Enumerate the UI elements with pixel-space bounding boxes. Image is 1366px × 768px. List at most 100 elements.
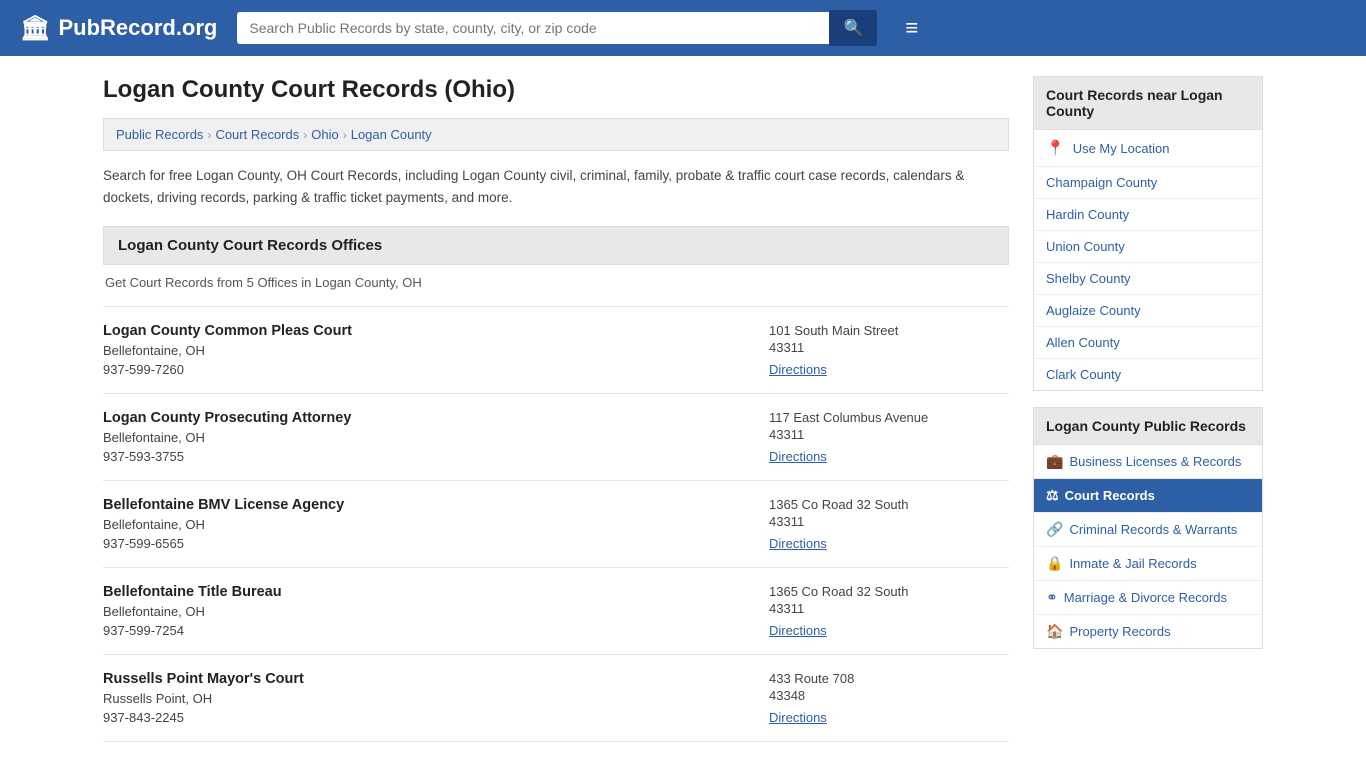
directions-link-4[interactable]: Directions — [769, 710, 827, 725]
sidebar-public-records-item-1[interactable]: ⚖ Court Records — [1034, 479, 1262, 513]
sidebar-item-label-4: Marriage & Divorce Records — [1064, 590, 1227, 605]
nearby-counties-list: Champaign CountyHardin CountyUnion Count… — [1034, 167, 1262, 390]
county-link-3[interactable]: Shelby County — [1034, 263, 1262, 295]
breadcrumb-sep-1: › — [207, 128, 211, 142]
office-zip-0: 43311 — [769, 340, 1009, 355]
use-location-label: Use My Location — [1073, 141, 1170, 156]
office-city-3: Bellefontaine, OH — [103, 604, 749, 619]
sidebar-item-label-2: Criminal Records & Warrants — [1069, 522, 1237, 537]
sidebar-public-records-item-5[interactable]: 🏠 Property Records — [1034, 615, 1262, 648]
sidebar-item-label-3: Inmate & Jail Records — [1069, 556, 1196, 571]
office-address-2: 1365 Co Road 32 South — [769, 497, 1009, 512]
office-zip-1: 43311 — [769, 427, 1009, 442]
office-entry: Russells Point Mayor's Court Russells Po… — [103, 655, 1009, 742]
search-input[interactable] — [237, 12, 829, 44]
sidebar-item-label-1: Court Records — [1065, 488, 1155, 503]
sidebar-public-records-item-0[interactable]: 💼 Business Licenses & Records — [1034, 445, 1262, 479]
office-right-3: 1365 Co Road 32 South 43311 Directions — [749, 584, 1009, 638]
office-left-3: Bellefontaine Title Bureau Bellefontaine… — [103, 584, 749, 638]
office-phone-0: 937-599-7260 — [103, 362, 749, 377]
office-left-0: Logan County Common Pleas Court Bellefon… — [103, 323, 749, 377]
breadcrumb-court-records[interactable]: Court Records — [215, 127, 299, 142]
county-link-0[interactable]: Champaign County — [1034, 167, 1262, 199]
sidebar-item-icon-0: 💼 — [1046, 453, 1063, 470]
nearby-heading: Court Records near Logan County — [1034, 77, 1262, 130]
office-left-4: Russells Point Mayor's Court Russells Po… — [103, 671, 749, 725]
sidebar-item-icon-2: 🔗 — [1046, 521, 1063, 538]
office-entry: Bellefontaine Title Bureau Bellefontaine… — [103, 568, 1009, 655]
sidebar-item-icon-4: ⚭ — [1046, 589, 1058, 606]
office-city-1: Bellefontaine, OH — [103, 430, 749, 445]
office-entry: Bellefontaine BMV License Agency Bellefo… — [103, 481, 1009, 568]
page-title: Logan County Court Records (Ohio) — [103, 76, 1009, 104]
office-right-2: 1365 Co Road 32 South 43311 Directions — [749, 497, 1009, 551]
sidebar-public-records-item-4[interactable]: ⚭ Marriage & Divorce Records — [1034, 581, 1262, 615]
office-phone-4: 937-843-2245 — [103, 710, 749, 725]
search-area: 🔍 — [237, 10, 877, 46]
office-list: Logan County Common Pleas Court Bellefon… — [103, 306, 1009, 742]
sidebar-item-icon-3: 🔒 — [1046, 555, 1063, 572]
county-link-6[interactable]: Clark County — [1034, 359, 1262, 390]
office-phone-1: 937-593-3755 — [103, 449, 749, 464]
directions-link-0[interactable]: Directions — [769, 362, 827, 377]
page-container: Logan County Court Records (Ohio) Public… — [83, 56, 1283, 762]
office-zip-4: 43348 — [769, 688, 1009, 703]
sidebar-public-records-item-3[interactable]: 🔒 Inmate & Jail Records — [1034, 547, 1262, 581]
county-link-2[interactable]: Union County — [1034, 231, 1262, 263]
office-phone-2: 937-599-6565 — [103, 536, 749, 551]
logo-text: PubRecord.org — [58, 15, 217, 41]
logo-icon: 🏛 — [20, 14, 50, 43]
office-phone-3: 937-599-7254 — [103, 623, 749, 638]
hamburger-button[interactable]: ≡ — [905, 15, 918, 41]
office-right-4: 433 Route 708 43348 Directions — [749, 671, 1009, 725]
location-pin-icon: 📍 — [1046, 139, 1065, 157]
nearby-box: Court Records near Logan County 📍 Use My… — [1033, 76, 1263, 391]
county-link-4[interactable]: Auglaize County — [1034, 295, 1262, 327]
county-link-5[interactable]: Allen County — [1034, 327, 1262, 359]
office-zip-3: 43311 — [769, 601, 1009, 616]
office-address-3: 1365 Co Road 32 South — [769, 584, 1009, 599]
sidebar-item-label-0: Business Licenses & Records — [1069, 454, 1241, 469]
sidebar-item-icon-1: ⚖ — [1046, 487, 1059, 504]
directions-link-1[interactable]: Directions — [769, 449, 827, 464]
office-name-1: Logan County Prosecuting Attorney — [103, 410, 749, 426]
directions-link-3[interactable]: Directions — [769, 623, 827, 638]
sidebar-item-icon-5: 🏠 — [1046, 623, 1063, 640]
office-right-1: 117 East Columbus Avenue 43311 Direction… — [749, 410, 1009, 464]
office-zip-2: 43311 — [769, 514, 1009, 529]
public-records-list: 💼 Business Licenses & Records ⚖ Court Re… — [1034, 445, 1262, 648]
office-city-4: Russells Point, OH — [103, 691, 749, 706]
sidebar-public-records-item-2[interactable]: 🔗 Criminal Records & Warrants — [1034, 513, 1262, 547]
main-content: Logan County Court Records (Ohio) Public… — [103, 76, 1009, 742]
search-button[interactable]: 🔍 — [829, 10, 877, 46]
sidebar: Court Records near Logan County 📍 Use My… — [1033, 76, 1263, 742]
office-name-2: Bellefontaine BMV License Agency — [103, 497, 749, 513]
office-city-0: Bellefontaine, OH — [103, 343, 749, 358]
breadcrumb-sep-3: › — [343, 128, 347, 142]
office-address-4: 433 Route 708 — [769, 671, 1009, 686]
public-records-heading: Logan County Public Records — [1034, 408, 1262, 445]
directions-link-2[interactable]: Directions — [769, 536, 827, 551]
office-name-0: Logan County Common Pleas Court — [103, 323, 749, 339]
breadcrumb-sep-2: › — [303, 128, 307, 142]
sidebar-item-label-5: Property Records — [1069, 624, 1170, 639]
office-left-1: Logan County Prosecuting Attorney Bellef… — [103, 410, 749, 464]
office-entry: Logan County Prosecuting Attorney Bellef… — [103, 394, 1009, 481]
office-address-0: 101 South Main Street — [769, 323, 1009, 338]
breadcrumb-ohio[interactable]: Ohio — [311, 127, 338, 142]
offices-section-heading: Logan County Court Records Offices — [103, 226, 1009, 265]
office-address-1: 117 East Columbus Avenue — [769, 410, 1009, 425]
office-right-0: 101 South Main Street 43311 Directions — [749, 323, 1009, 377]
use-location-item[interactable]: 📍 Use My Location — [1034, 130, 1262, 167]
breadcrumb: Public Records › Court Records › Ohio › … — [103, 118, 1009, 151]
county-link-1[interactable]: Hardin County — [1034, 199, 1262, 231]
office-city-2: Bellefontaine, OH — [103, 517, 749, 532]
page-description: Search for free Logan County, OH Court R… — [103, 165, 1009, 208]
office-name-4: Russells Point Mayor's Court — [103, 671, 749, 687]
breadcrumb-logan-county[interactable]: Logan County — [351, 127, 432, 142]
breadcrumb-public-records[interactable]: Public Records — [116, 127, 203, 142]
public-records-box: Logan County Public Records 💼 Business L… — [1033, 407, 1263, 649]
office-entry: Logan County Common Pleas Court Bellefon… — [103, 306, 1009, 394]
site-logo[interactable]: 🏛 PubRecord.org — [20, 14, 217, 43]
office-name-3: Bellefontaine Title Bureau — [103, 584, 749, 600]
